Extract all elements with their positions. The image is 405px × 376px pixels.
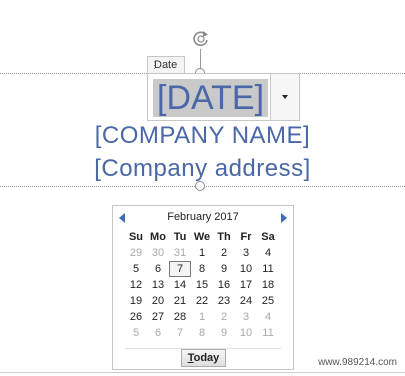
calendar-day[interactable]: 10	[235, 261, 257, 277]
calendar-week-row: 12 13 14 15 16 17 18	[125, 277, 279, 293]
calendar-day[interactable]: 24	[235, 293, 257, 309]
content-control-tag-label: Date	[154, 59, 178, 71]
watermark-text: www.989214.com	[318, 357, 397, 368]
calendar-day[interactable]: 7	[169, 325, 191, 341]
weekday-label: Fr	[240, 231, 252, 243]
calendar-week-row: 29 30 31 1 2 3 4	[125, 245, 279, 261]
calendar-day[interactable]: 15	[191, 277, 213, 293]
page-bottom-line	[0, 372, 405, 373]
company-name-placeholder[interactable]: [COMPANY NAME]	[0, 121, 405, 151]
weekday-label: Sa	[261, 231, 275, 243]
calendar-month-label: February 2017	[167, 211, 239, 223]
calendar-day[interactable]: 22	[191, 293, 213, 309]
calendar-week-row: 26 27 28 1 2 3 4	[125, 309, 279, 325]
calendar-day[interactable]: 31	[169, 245, 191, 261]
rotate-handle-icon[interactable]	[189, 27, 213, 51]
resize-handle-bottom[interactable]	[195, 181, 205, 191]
calendar-day[interactable]: 20	[147, 293, 169, 309]
calendar-week-row: 5 6 7 8 9 10 11	[125, 325, 279, 341]
today-button[interactable]: Today	[181, 349, 226, 367]
calendar-day[interactable]: 17	[235, 277, 257, 293]
weekday-label: Su	[128, 231, 144, 243]
calendar-day[interactable]: 29	[125, 245, 147, 261]
calendar-day[interactable]: 13	[147, 277, 169, 293]
calendar-day-today[interactable]: 7	[169, 261, 191, 277]
calendar-day[interactable]: 27	[147, 309, 169, 325]
calendar-day[interactable]: 23	[213, 293, 235, 309]
calendar-day[interactable]: 5	[125, 261, 147, 277]
calendar-day[interactable]: 11	[257, 325, 279, 341]
calendar-grid: Su Mo Tu We Th Fr Sa 29 30 31 1 2 3 4 5 6 7 8 9 10 11 12 13 14 1…	[125, 229, 279, 341]
calendar-header: February 2017	[113, 210, 293, 226]
calendar-day[interactable]: 16	[213, 277, 235, 293]
date-picker-content-control[interactable]: [DATE]	[147, 73, 300, 121]
weekday-header-row: Su Mo Tu We Th Fr Sa	[125, 229, 279, 245]
calendar-day[interactable]: 28	[169, 309, 191, 325]
calendar-day[interactable]: 25	[257, 293, 279, 309]
today-button-label: oday	[193, 352, 220, 364]
calendar-week-row: 5 6 7 8 9 10 11	[125, 261, 279, 277]
calendar-week-row: 19 20 21 22 23 24 25	[125, 293, 279, 309]
calendar-day[interactable]: 3	[235, 245, 257, 261]
calendar-day[interactable]: 11	[257, 261, 279, 277]
calendar-day[interactable]: 30	[147, 245, 169, 261]
calendar-day[interactable]: 6	[147, 261, 169, 277]
calendar-day[interactable]: 1	[191, 245, 213, 261]
calendar-day[interactable]: 18	[257, 277, 279, 293]
weekday-label: Mo	[150, 231, 166, 243]
calendar-day[interactable]: 14	[169, 277, 191, 293]
calendar-popup: February 2017 Su Mo Tu We Th Fr Sa 29 30 31 1 2 3 4 5 6…	[112, 205, 294, 370]
calendar-day[interactable]: 8	[191, 261, 213, 277]
date-placeholder-text[interactable]: [DATE]	[153, 79, 269, 117]
calendar-day[interactable]: 9	[213, 261, 235, 277]
chevron-right-icon[interactable]	[281, 213, 287, 223]
date-dropdown-button[interactable]	[270, 74, 299, 120]
calendar-day[interactable]: 10	[235, 325, 257, 341]
calendar-day[interactable]: 9	[213, 325, 235, 341]
calendar-day[interactable]: 12	[125, 277, 147, 293]
calendar-day[interactable]: 4	[257, 309, 279, 325]
calendar-day[interactable]: 4	[257, 245, 279, 261]
weekday-label: Tu	[173, 231, 187, 243]
calendar-day[interactable]: 19	[125, 293, 147, 309]
calendar-day[interactable]: 6	[147, 325, 169, 341]
calendar-day[interactable]: 1	[191, 309, 213, 325]
calendar-day[interactable]: 5	[125, 325, 147, 341]
weekday-label: We	[193, 231, 211, 243]
chevron-down-icon	[282, 95, 288, 99]
calendar-day[interactable]: 8	[191, 325, 213, 341]
company-address-placeholder[interactable]: [Company address]	[0, 154, 405, 184]
calendar-day[interactable]: 26	[125, 309, 147, 325]
calendar-day[interactable]: 21	[169, 293, 191, 309]
calendar-day[interactable]: 3	[235, 309, 257, 325]
content-control-tag[interactable]: ⋮Date	[147, 56, 185, 73]
weekday-label: Th	[217, 231, 231, 243]
calendar-day[interactable]: 2	[213, 245, 235, 261]
calendar-day[interactable]: 2	[213, 309, 235, 325]
